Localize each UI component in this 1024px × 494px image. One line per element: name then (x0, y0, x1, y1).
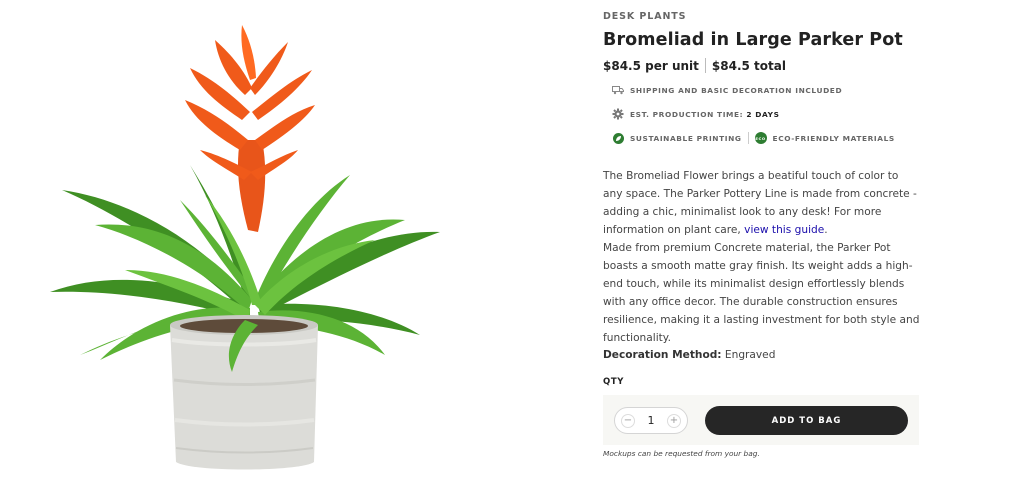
truck-icon (612, 84, 624, 96)
price-row: $84.5 per unit $84.5 total (603, 58, 786, 73)
quantity-value[interactable]: 1 (648, 414, 655, 427)
decoration-method: Decoration Method: Engraved (603, 349, 775, 361)
description-text-2: Made from premium Concrete material, the… (603, 242, 920, 344)
gear-icon (612, 108, 624, 120)
mockup-note: Mockups can be requested from your bag. (603, 449, 760, 458)
quantity-stepper: − 1 + (614, 407, 688, 434)
increase-quantity-button[interactable]: + (667, 413, 681, 428)
production-feature: EST. PRODUCTION TIME: 2 DAYS (612, 108, 780, 120)
sustainable-printing-text: SUSTAINABLE PRINTING (630, 133, 742, 143)
decoration-value: Engraved (724, 349, 776, 361)
decrease-quantity-button[interactable]: − (621, 413, 635, 428)
product-image[interactable] (0, 0, 590, 494)
price-divider (704, 58, 706, 73)
production-value: 2 DAYS (746, 109, 780, 119)
leaf-icon (612, 132, 624, 144)
product-title: Bromeliad in Large Parker Pot (603, 30, 903, 50)
qty-label: QTY (603, 377, 624, 387)
add-to-bag-button[interactable]: ADD TO BAG (705, 406, 908, 435)
plant-illustration (50, 25, 440, 470)
purchase-box: − 1 + ADD TO BAG (603, 395, 919, 445)
price-total: $84.5 total (711, 58, 786, 73)
decoration-label: Decoration Method: (603, 349, 722, 361)
price-per-unit: $84.5 per unit (603, 58, 699, 73)
product-category[interactable]: DESK PLANTS (603, 11, 686, 22)
care-guide-link[interactable]: view this guide (744, 224, 824, 236)
production-label: EST. PRODUCTION TIME: (630, 109, 744, 119)
eco-icon: ECO (754, 132, 767, 144)
sustainability-features: SUSTAINABLE PRINTING ECO ECO-FRIENDLY MA… (612, 132, 895, 144)
product-description: The Bromeliad Flower brings a beatiful t… (603, 170, 920, 344)
shipping-feature: SHIPPING AND BASIC DECORATION INCLUDED (612, 84, 842, 96)
shipping-text: SHIPPING AND BASIC DECORATION INCLUDED (630, 85, 843, 95)
eco-materials-text: ECO-FRIENDLY MATERIALS (772, 133, 895, 143)
feature-divider (747, 132, 749, 144)
